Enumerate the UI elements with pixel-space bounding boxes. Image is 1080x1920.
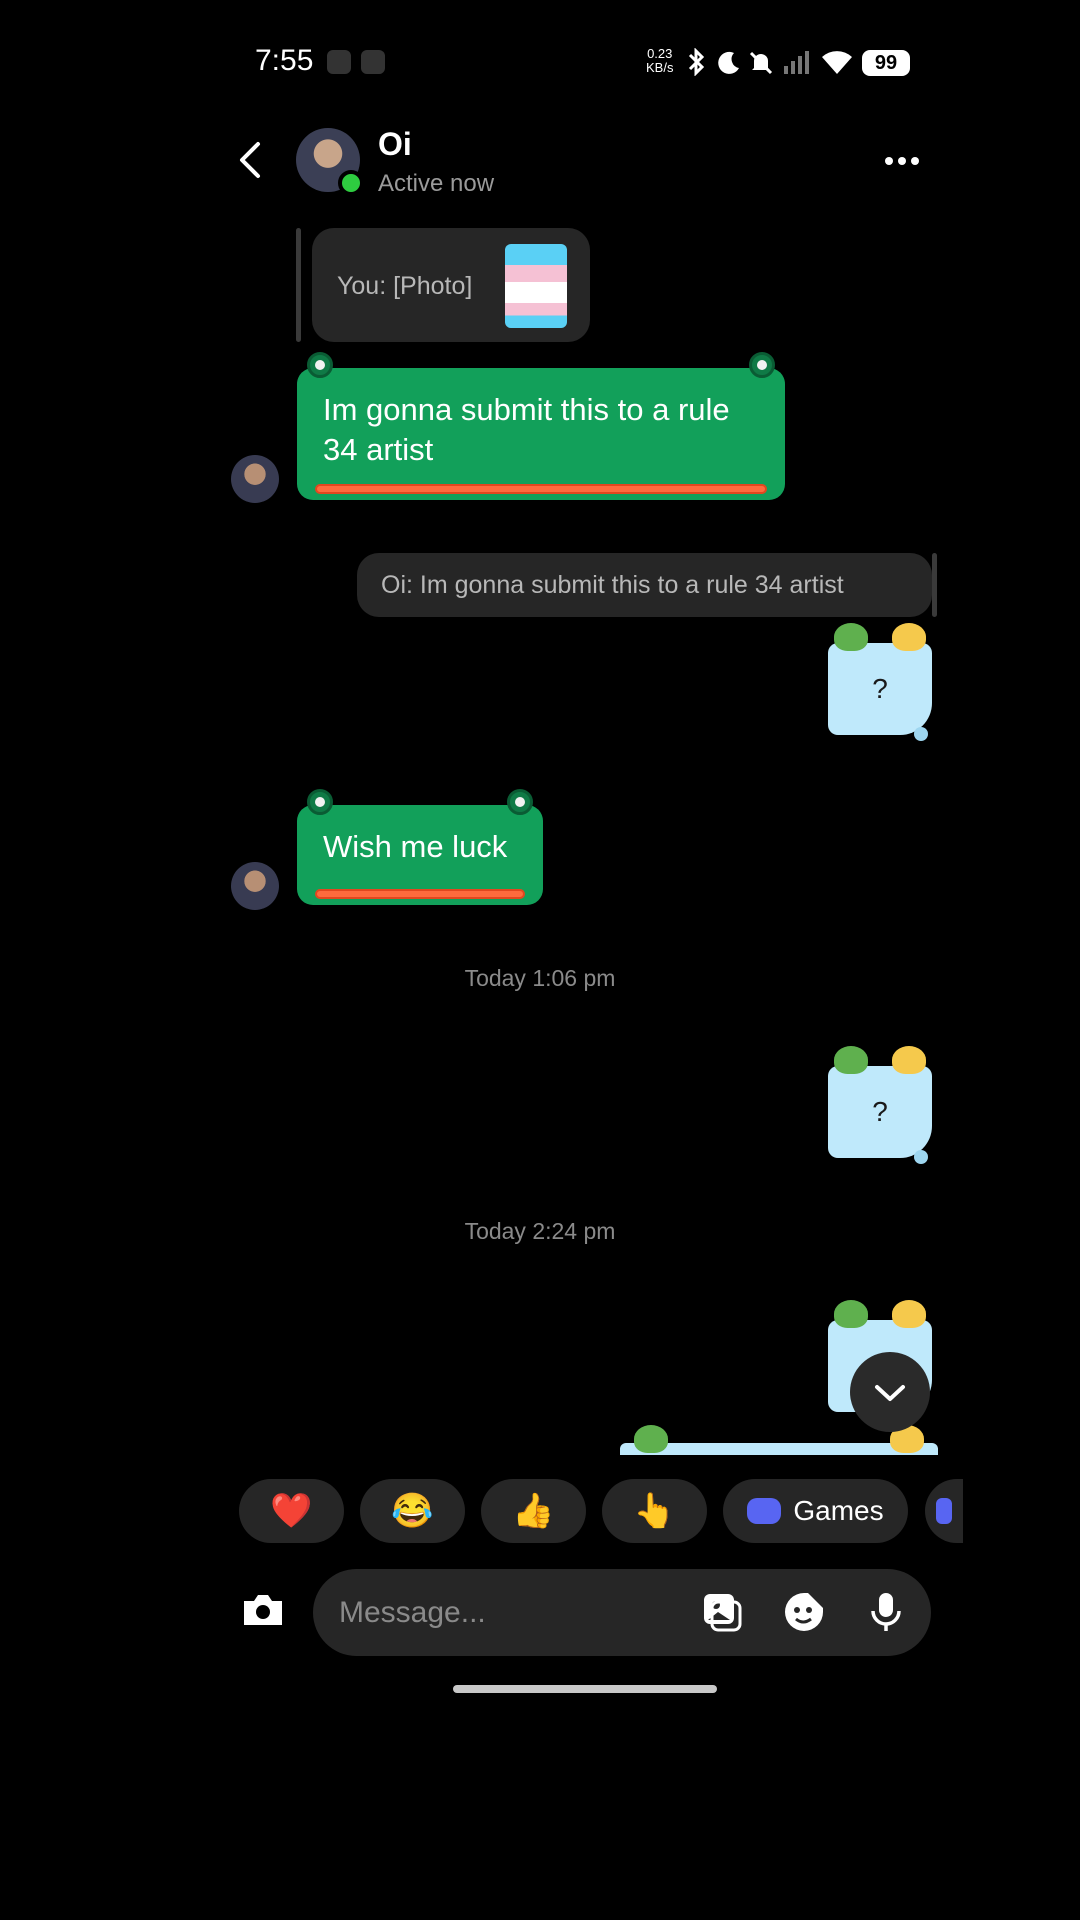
gamepad-icon	[747, 1498, 782, 1524]
laughing-emoji-icon: 😂	[391, 1492, 434, 1530]
gallery-icon	[704, 1594, 742, 1632]
sticker-icon	[785, 1593, 823, 1631]
muted-bell-icon	[748, 50, 774, 81]
duck-sticker-icon	[892, 623, 926, 651]
net-speed-unit: KB/s	[646, 60, 674, 75]
bubble-decoration	[914, 727, 928, 741]
thumbs-up-icon: 👍	[512, 1492, 555, 1530]
dot-icon	[885, 157, 893, 165]
message-bubble-outgoing[interactable]	[620, 1425, 938, 1455]
reply-preview-text: You: [Photo]	[337, 272, 473, 300]
bubble-decoration	[315, 889, 525, 899]
frog-sticker-icon	[834, 623, 868, 651]
bubble-decoration	[914, 1150, 928, 1164]
bubble-decoration	[315, 484, 767, 494]
pointing-hand-icon: 👆	[633, 1492, 676, 1530]
reply-indicator-bar	[932, 553, 937, 617]
net-speed-value: 0.23	[647, 46, 673, 61]
more-options-button[interactable]	[885, 152, 924, 170]
sender-avatar[interactable]	[231, 862, 279, 910]
message-input[interactable]	[337, 1592, 661, 1634]
message-bubble-outgoing[interactable]: ?	[828, 1046, 932, 1164]
contact-name[interactable]: Oi	[378, 126, 412, 163]
quick-reaction-heart[interactable]: ❤️	[239, 1479, 344, 1543]
message-bubble-incoming[interactable]: Im gonna submit this to a rule 34 artist	[297, 352, 785, 500]
battery-indicator: 99	[862, 50, 910, 76]
frog-sticker-icon	[834, 1300, 868, 1328]
frog-eye-icon	[749, 352, 775, 378]
home-indicator[interactable]	[453, 1685, 717, 1693]
tiktok-icon	[327, 50, 351, 74]
message-bubble-outgoing[interactable]: ?	[828, 623, 932, 741]
contact-avatar[interactable]	[296, 128, 364, 196]
google-icon	[361, 50, 385, 74]
message-text: ?	[872, 1096, 888, 1127]
message-bubble-incoming[interactable]: Wish me luck	[297, 789, 543, 905]
frog-sticker-icon	[834, 1046, 868, 1074]
wifi-icon	[820, 48, 854, 81]
chevron-down-icon	[875, 1385, 905, 1401]
frog-eye-icon	[507, 789, 533, 815]
back-button[interactable]	[236, 140, 264, 180]
gallery-button[interactable]	[700, 1590, 744, 1634]
app-icon	[936, 1498, 952, 1524]
message-text: ?	[872, 673, 888, 704]
quick-reaction-more[interactable]	[925, 1479, 963, 1543]
photo-thumbnail[interactable]	[505, 244, 567, 328]
chevron-left-icon	[240, 142, 260, 178]
microphone-icon	[871, 1593, 901, 1631]
online-indicator	[338, 170, 364, 196]
camera-icon	[244, 1595, 282, 1625]
camera-button[interactable]	[240, 1591, 286, 1629]
bluetooth-icon	[686, 47, 708, 81]
reply-indicator-bar	[296, 228, 301, 342]
heart-icon: ❤️	[270, 1492, 313, 1530]
timestamp: Today 1:06 pm	[464, 965, 616, 991]
message-list-mask	[0, 1455, 1080, 1479]
message-text: Wish me luck	[323, 829, 508, 864]
reply-preview-outgoing[interactable]: Oi: Im gonna submit this to a rule 34 ar…	[357, 553, 932, 617]
dnd-moon-icon	[716, 50, 742, 81]
signal-icon	[782, 48, 810, 81]
message-text: Im gonna submit this to a rule 34 artist	[323, 392, 730, 467]
status-time: 7:55	[255, 44, 314, 77]
games-label: Games	[793, 1495, 884, 1526]
sticker-button[interactable]	[782, 1590, 826, 1634]
dot-icon	[898, 157, 906, 165]
frog-eye-icon	[307, 352, 333, 378]
quick-reaction-thumbs-up[interactable]: 👍	[481, 1479, 586, 1543]
quick-reaction-laugh[interactable]: 😂	[360, 1479, 465, 1543]
frog-eye-icon	[307, 789, 333, 815]
dot-icon	[911, 157, 919, 165]
contact-status: Active now	[378, 170, 495, 197]
timestamp: Today 2:24 pm	[464, 1218, 616, 1244]
games-button[interactable]: Games	[723, 1479, 908, 1543]
duck-sticker-icon	[892, 1046, 926, 1074]
frog-sticker-icon	[634, 1425, 668, 1453]
quick-reaction-point-up[interactable]: 👆	[602, 1479, 707, 1543]
duck-sticker-icon	[892, 1300, 926, 1328]
scroll-to-bottom-button[interactable]	[850, 1352, 930, 1432]
sender-avatar[interactable]	[231, 455, 279, 503]
microphone-button[interactable]	[864, 1590, 908, 1634]
